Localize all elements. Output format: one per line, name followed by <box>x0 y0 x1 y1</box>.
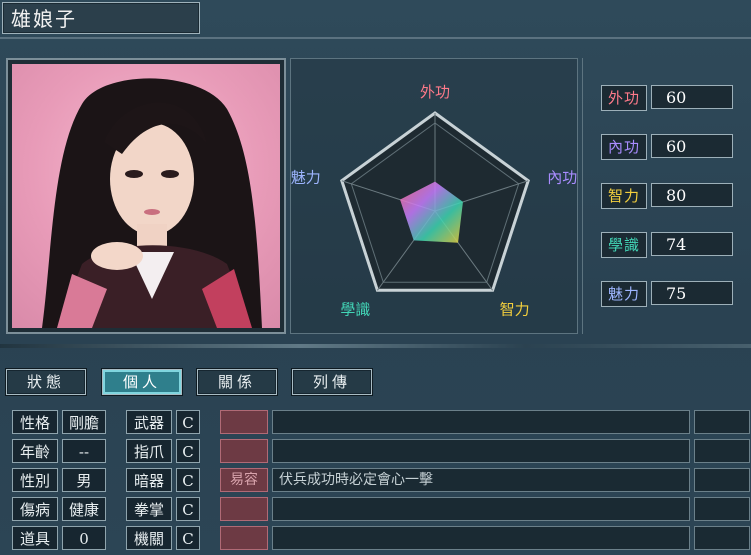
radar-axis-label: 魅力 <box>291 169 321 187</box>
section-divider <box>0 344 751 348</box>
stat-value: 75 <box>651 281 733 305</box>
skill-grade: C <box>176 526 200 550</box>
skill-label: 機關 <box>126 526 172 550</box>
tab-biography[interactable]: 列傳 <box>292 369 372 395</box>
radar-axis-label: 內功 <box>547 169 577 187</box>
skill-description <box>272 410 690 434</box>
personal-label: 年齡 <box>12 439 58 463</box>
attribute-radar-panel: 外功內功智力 學識 魅力 <box>290 58 578 334</box>
skill-label: 指爪 <box>126 439 172 463</box>
portrait-illustration <box>42 78 262 328</box>
skill-description: 伏兵成功時必定會心一擊 <box>272 468 690 492</box>
character-portrait <box>12 64 280 328</box>
skill-grade: C <box>176 497 200 521</box>
stat-value: 60 <box>651 85 733 109</box>
personal-value: 0 <box>62 526 106 550</box>
stat-label: 魅力 <box>601 281 647 307</box>
stat-value: 80 <box>651 183 733 207</box>
radar-axis-label: 外功 <box>420 83 450 101</box>
skill-extra <box>694 497 750 521</box>
character-name: 雄娘子 <box>2 2 200 34</box>
personal-label: 性別 <box>12 468 58 492</box>
skill-slot[interactable] <box>220 410 268 434</box>
skill-slot[interactable]: 易容 <box>220 468 268 492</box>
skill-label: 武器 <box>126 410 172 434</box>
skill-grade: C <box>176 439 200 463</box>
portrait-frame <box>6 58 286 334</box>
skill-label: 拳掌 <box>126 497 172 521</box>
header-divider <box>0 37 751 39</box>
skill-description <box>272 439 690 463</box>
tab-personal[interactable]: 個人 <box>102 369 182 395</box>
skill-extra <box>694 526 750 550</box>
stat-value: 60 <box>651 134 733 158</box>
skill-label: 暗器 <box>126 468 172 492</box>
attribute-list: 外功 60 內功 60 智力 80 學識 74 魅力 75 <box>582 58 751 334</box>
stat-label: 內功 <box>601 134 647 160</box>
skill-extra <box>694 410 750 434</box>
stat-label: 智力 <box>601 183 647 209</box>
tab-status[interactable]: 狀態 <box>6 369 86 395</box>
skill-grade: C <box>176 410 200 434</box>
skill-description <box>272 497 690 521</box>
skill-slot[interactable] <box>220 497 268 521</box>
skill-extra <box>694 439 750 463</box>
skill-description <box>272 526 690 550</box>
stat-label: 學識 <box>601 232 647 258</box>
skill-slot[interactable] <box>220 526 268 550</box>
radar-axis-label: 智力 <box>500 300 530 318</box>
skill-slot[interactable] <box>220 439 268 463</box>
radar-axis-label: 學識 <box>340 300 370 318</box>
attribute-radar-chart: 外功內功智力 學識 魅力 <box>291 83 577 318</box>
skill-extra <box>694 468 750 492</box>
personal-label: 道具 <box>12 526 58 550</box>
skill-grade: C <box>176 468 200 492</box>
personal-value: 剛膽 <box>62 410 106 434</box>
stat-value: 74 <box>651 232 733 256</box>
personal-value: 健康 <box>62 497 106 521</box>
personal-label: 傷病 <box>12 497 58 521</box>
stat-label: 外功 <box>601 85 647 111</box>
tab-relations[interactable]: 關係 <box>197 369 277 395</box>
personal-label: 性格 <box>12 410 58 434</box>
personal-value: -- <box>62 439 106 463</box>
personal-info-table: 性格 剛膽 武器 C 年齡 -- 指爪 C 性別 男 暗器 C 易容 伏兵成功時… <box>0 400 751 555</box>
personal-value: 男 <box>62 468 106 492</box>
